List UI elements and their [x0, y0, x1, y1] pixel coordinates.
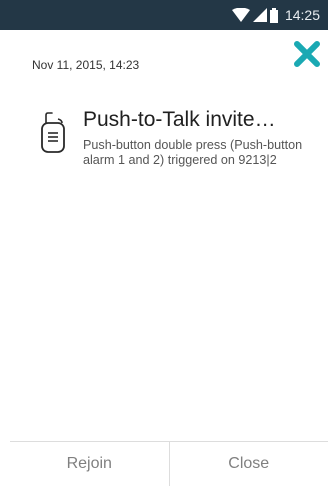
status-time: 14:25	[285, 7, 320, 23]
notification-timestamp: Nov 11, 2015, 14:23	[32, 58, 139, 72]
walkie-talkie-icon	[40, 112, 66, 154]
status-bar: 14:25	[0, 0, 328, 30]
notification-header: Nov 11, 2015, 14:23	[0, 30, 328, 90]
action-bar: Rejoin Close	[10, 441, 328, 486]
rejoin-button[interactable]: Rejoin	[10, 442, 169, 486]
status-icons: 14:25	[232, 0, 320, 30]
close-button[interactable]: Close	[170, 442, 328, 486]
notification-title: Push-to-Talk invite…	[83, 108, 276, 132]
close-icon[interactable]	[293, 40, 321, 68]
signal-icon	[253, 8, 267, 22]
battery-icon	[270, 8, 278, 23]
wifi-icon	[232, 8, 250, 22]
notification-body: Push-button double press (Push-button al…	[83, 138, 313, 167]
